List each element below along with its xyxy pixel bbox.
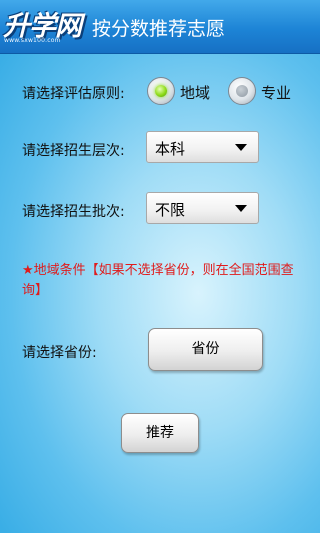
province-label: 请选择省份: <box>22 345 97 361</box>
level-label: 请选择招生层次: <box>22 143 125 159</box>
batch-label: 请选择招生批次: <box>22 204 125 220</box>
dropdown-caret-icon <box>235 205 247 212</box>
logo-url: www.sxw100.com <box>4 37 61 44</box>
batch-select[interactable]: 不限 <box>146 192 259 224</box>
app-screen: 升学网 www.sxw100.com 按分数推荐志愿 请选择评估原则: 地域 专… <box>0 0 320 533</box>
radio-region[interactable] <box>147 77 175 105</box>
level-value: 本科 <box>155 140 186 158</box>
batch-value: 不限 <box>155 201 186 219</box>
page-title: 按分数推荐志愿 <box>92 18 226 40</box>
radio-checked-icon <box>155 85 167 97</box>
province-button[interactable]: 省份 <box>148 328 263 371</box>
recommend-button[interactable]: 推荐 <box>121 413 199 453</box>
principle-label: 请选择评估原则: <box>22 86 125 102</box>
radio-unchecked-icon <box>236 85 248 97</box>
app-logo: 升学网 www.sxw100.com <box>3 4 82 48</box>
dropdown-caret-icon <box>235 144 247 151</box>
radio-major[interactable] <box>228 77 256 105</box>
level-select[interactable]: 本科 <box>146 131 259 163</box>
radio-major-label[interactable]: 专业 <box>261 82 291 103</box>
region-notice: ★地域条件【如果不选择省份，则在全国范围查询】 <box>22 263 294 298</box>
title-bar: 升学网 www.sxw100.com 按分数推荐志愿 <box>0 0 320 54</box>
radio-region-label[interactable]: 地域 <box>180 82 210 103</box>
